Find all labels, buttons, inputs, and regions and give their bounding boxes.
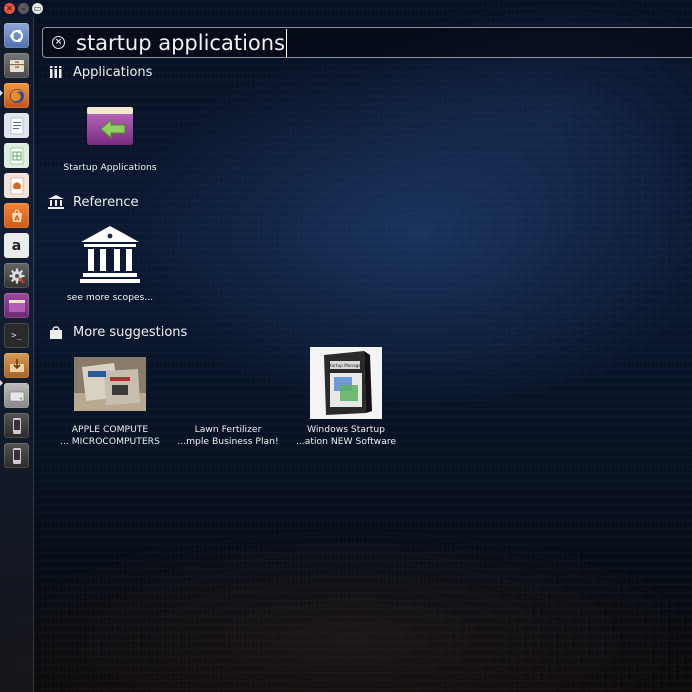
- result-title-line2: ...mple Business Plan!: [177, 436, 279, 447]
- category-title: Reference: [73, 194, 139, 210]
- reference-icon: [48, 194, 64, 210]
- suggestion-windows-startup[interactable]: Startup Manager Windows Startup ...ation…: [281, 347, 411, 448]
- launcher-item-files[interactable]: [4, 53, 29, 78]
- missing-thumbnail: [192, 357, 264, 411]
- result-startup-applications[interactable]: Startup Applications: [45, 103, 175, 174]
- launcher-item-libreoffice-impress[interactable]: [4, 173, 29, 198]
- startup-apps-icon: [8, 299, 25, 312]
- phone-icon: [12, 417, 21, 434]
- writer-icon: [10, 117, 23, 134]
- close-button[interactable]: ✕: [4, 3, 15, 14]
- building-columns-icon: [80, 226, 140, 283]
- product-photo-thumbnail: [74, 357, 146, 411]
- running-indicator: [0, 380, 3, 386]
- suggestion-lawn-fertilizer[interactable]: Lawn Fertilizer ...mple Business Plan!: [163, 357, 293, 448]
- running-indicator: [0, 90, 3, 96]
- launcher-item-device-1[interactable]: [4, 413, 29, 438]
- installer-icon: [9, 358, 24, 372]
- maximize-button[interactable]: ▭: [32, 3, 43, 14]
- result-title-line1: APPLE COMPUTE: [71, 424, 149, 435]
- result-title-line2: ...ation NEW Software: [295, 436, 397, 447]
- clear-search-button[interactable]: ×: [52, 36, 65, 49]
- launcher-item-libreoffice-writer[interactable]: [4, 113, 29, 138]
- file-cabinet-icon: [9, 59, 24, 72]
- amazon-icon: a: [11, 237, 22, 254]
- close-icon: ✕: [6, 3, 13, 13]
- minimize-icon: –: [21, 3, 26, 13]
- suggestion-apple-microcomputers[interactable]: APPLE COMPUTE ... MICROCOMPUTERS: [45, 357, 175, 448]
- calc-icon: [10, 147, 23, 164]
- category-more-suggestions[interactable]: More suggestions: [48, 323, 187, 341]
- launcher-item-libreoffice-calc[interactable]: [4, 143, 29, 168]
- launcher-item-software-center[interactable]: A: [4, 203, 29, 228]
- result-title-line2: ... MICROCOMPUTERS: [60, 436, 160, 447]
- launcher-item-dash-home[interactable]: [4, 23, 29, 48]
- launcher-item-device-2[interactable]: [4, 443, 29, 468]
- launcher: A a >_: [0, 17, 34, 692]
- result-label: see more scopes...: [66, 292, 154, 303]
- dash-search-bar[interactable]: × startup applications: [42, 27, 692, 58]
- result-title-line1: Lawn Fertilizer: [194, 424, 262, 435]
- software-box-thumbnail: Startup Manager: [310, 347, 382, 419]
- minimize-button[interactable]: –: [18, 3, 29, 14]
- firefox-icon: [9, 88, 24, 103]
- launcher-item-firefox[interactable]: [4, 83, 29, 108]
- clear-icon: ×: [54, 37, 63, 47]
- category-title: More suggestions: [73, 324, 188, 340]
- startup-applications-icon: [87, 107, 133, 145]
- box-title: Startup Manager: [327, 363, 363, 368]
- category-applications[interactable]: Applications: [48, 63, 152, 81]
- launcher-item-app-installer[interactable]: [4, 353, 29, 378]
- launcher-item-drive[interactable]: [4, 383, 29, 408]
- result-label: Startup Applications: [63, 162, 157, 173]
- phone-icon: [12, 447, 21, 464]
- settings-gear-icon: [9, 268, 25, 284]
- category-reference[interactable]: Reference: [48, 193, 138, 211]
- launcher-item-terminal[interactable]: >_: [4, 323, 29, 348]
- drive-icon: [9, 391, 24, 401]
- category-title: Applications: [73, 64, 153, 80]
- applications-icon: [48, 64, 64, 80]
- software-center-icon: A: [11, 208, 22, 222]
- maximize-icon: ▭: [33, 3, 42, 13]
- result-title-line1: Windows Startup: [306, 424, 386, 435]
- svg-text:A: A: [14, 214, 20, 222]
- launcher-item-startup-applications[interactable]: [4, 293, 29, 318]
- launcher-item-amazon[interactable]: a: [4, 233, 29, 258]
- terminal-icon: >_: [11, 330, 22, 341]
- result-see-more-scopes[interactable]: see more scopes...: [45, 224, 175, 304]
- impress-icon: [10, 177, 23, 194]
- window-controls: ✕ – ▭: [4, 3, 43, 14]
- ubuntu-logo-icon: [9, 29, 23, 42]
- search-input[interactable]: startup applications: [76, 29, 288, 57]
- launcher-item-system-settings[interactable]: [4, 263, 29, 288]
- shopping-bag-icon: [48, 324, 64, 340]
